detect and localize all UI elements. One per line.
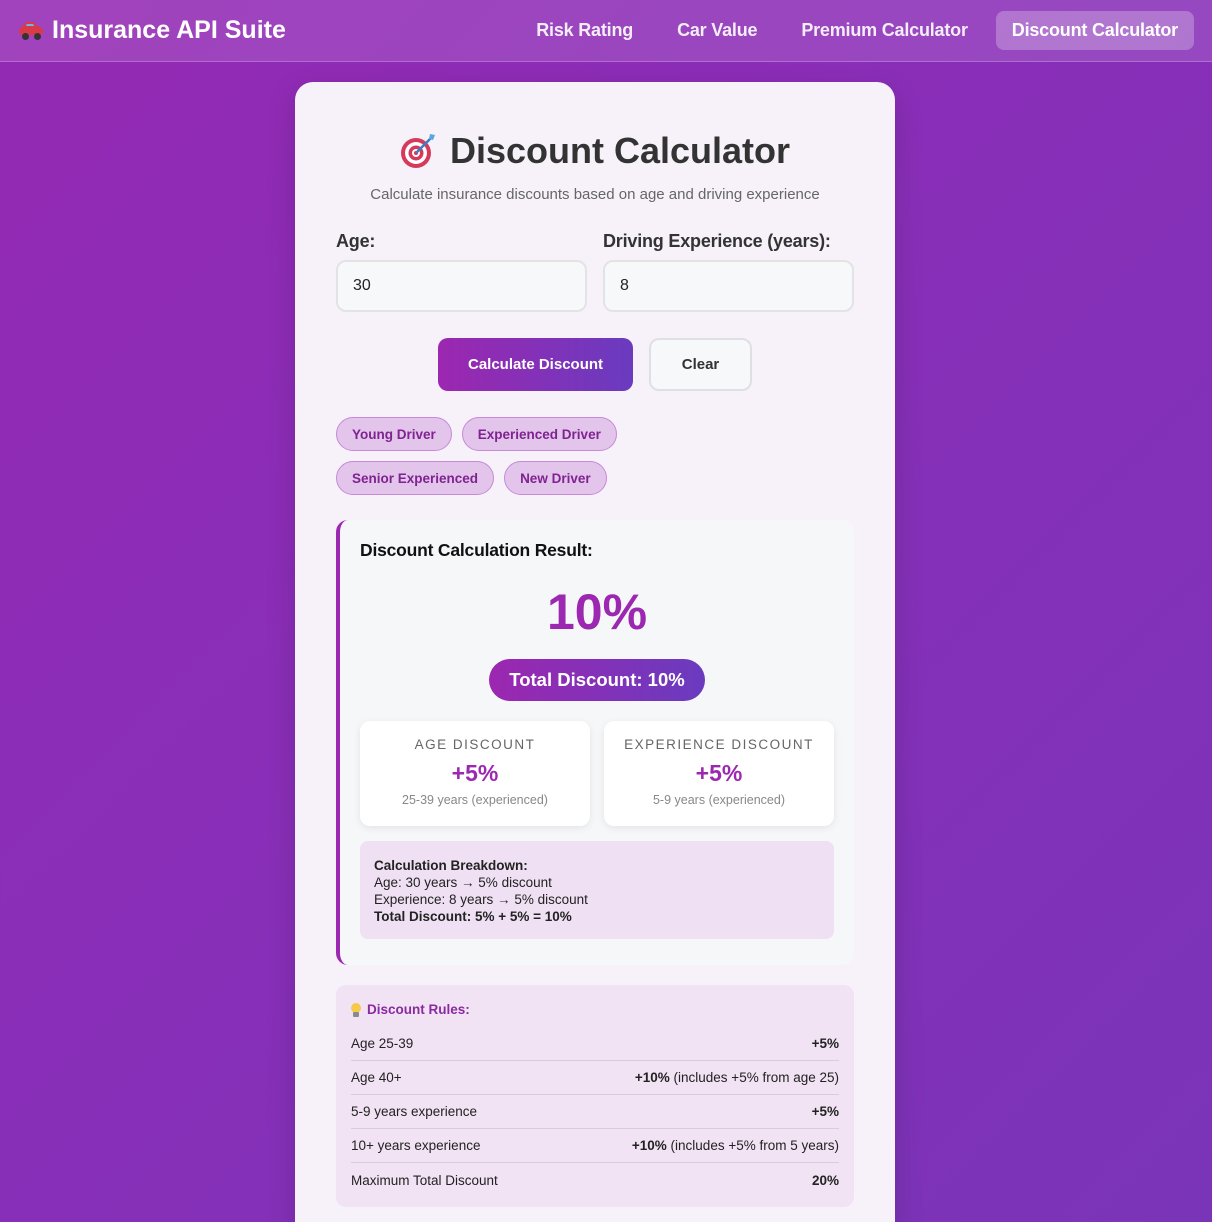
rule-label: 5-9 years experience (351, 1104, 478, 1119)
rule-extra: (includes +5% from age 25) (669, 1070, 839, 1085)
total-discount-badge: Total Discount: 10% (489, 659, 705, 701)
preset-young-driver[interactable]: Young Driver (336, 417, 452, 451)
input-fields: Age: Driving Experience (years): (336, 231, 854, 312)
rule-value: 20% (811, 1172, 839, 1188)
page-title: Discount Calculator (449, 130, 791, 171)
calculation-breakdown: Calculation Breakdown: Age: 30 years → 5… (360, 841, 834, 939)
rules-heading: Discount Rules: (351, 1002, 839, 1017)
discount-rules: Discount Rules: Age 25-39 +5% Age 40+ +1… (336, 985, 854, 1207)
title-row: Discount Calculator (336, 130, 854, 172)
car-icon (18, 21, 44, 40)
nav-link-premium-calculator[interactable]: Premium Calculator (785, 11, 983, 50)
discount-value: 10% (546, 584, 648, 640)
result-panel: Discount Calculation Result: 10% Total D… (336, 520, 854, 965)
age-discount-card: Age Discount +5% 25-39 years (experience… (360, 721, 590, 826)
experience-discount-note: 5-9 years (experienced) (652, 793, 785, 807)
experience-field-group: Driving Experience (years): (603, 231, 854, 312)
lightbulb-icon (351, 1002, 361, 1017)
rule-extra: (includes +5% from 5 years) (666, 1138, 839, 1153)
experience-discount-card: Experience Discount +5% 5-9 years (exper… (604, 721, 834, 826)
rule-value-wrap: 20% (812, 1173, 839, 1188)
breakdown-total-line: Total Discount: 5% + 5% = 10% (374, 909, 572, 924)
rule-label: 10+ years experience (351, 1138, 481, 1153)
experience-discount-value: +5% (695, 760, 743, 786)
preset-senior-experienced[interactable]: Senior Experienced (336, 461, 495, 495)
brand-name: Insurance API Suite (52, 16, 286, 44)
nav-links: Risk Rating Car Value Premium Calculator… (520, 11, 1194, 50)
experience-discount-label: Experience Discount (624, 737, 814, 752)
rule-value-wrap: +10% (includes +5% from age 25) (635, 1070, 839, 1085)
rule-value-wrap: +10% (includes +5% from 5 years) (632, 1138, 839, 1153)
age-input[interactable] (336, 260, 587, 312)
breakdown-age-line: Age: 30 years → 5% discount (374, 875, 552, 890)
rule-row: 5-9 years experience +5% (351, 1095, 839, 1129)
rule-value-wrap: +5% (812, 1036, 839, 1051)
rule-value: +5% (811, 1036, 839, 1051)
rule-value-wrap: +5% (812, 1104, 839, 1119)
calculator-card: Discount Calculator Calculate insurance … (295, 82, 895, 1222)
age-label: Age: (336, 231, 376, 251)
action-buttons: Calculate Discount Clear (336, 338, 854, 391)
rule-row: Age 25-39 +5% (351, 1027, 839, 1061)
rule-label: Maximum Total Discount (351, 1172, 498, 1188)
target-icon (400, 133, 436, 169)
clear-button[interactable]: Clear (649, 338, 752, 391)
breakdown-cards: Age Discount +5% 25-39 years (experience… (360, 721, 834, 826)
age-discount-note: 25-39 years (experienced) (402, 793, 548, 807)
breakdown-title: Calculation Breakdown: (374, 858, 528, 873)
rule-value: +5% (811, 1104, 839, 1119)
top-navbar: Insurance API Suite Risk Rating Car Valu… (0, 0, 1212, 62)
rule-label: Age 40+ (351, 1070, 402, 1085)
nav-link-car-value[interactable]: Car Value (661, 11, 773, 50)
preset-new-driver[interactable]: New Driver (504, 461, 607, 495)
rule-value: +10% (634, 1070, 670, 1085)
rule-row: 10+ years experience +10% (includes +5% … (351, 1129, 839, 1163)
total-pill-wrap: Total Discount: 10% (360, 659, 834, 701)
experience-input[interactable] (603, 260, 854, 312)
rule-row: Age 40+ +10% (includes +5% from age 25) (351, 1061, 839, 1095)
breakdown-experience-line: Experience: 8 years → 5% discount (374, 892, 588, 907)
result-heading: Discount Calculation Result: (360, 540, 593, 560)
preset-chips: Young Driver Experienced Driver Senior E… (336, 417, 776, 495)
preset-experienced-driver[interactable]: Experienced Driver (461, 417, 617, 451)
page-subtitle: Calculate insurance discounts based on a… (370, 186, 820, 203)
age-field-group: Age: (336, 231, 587, 312)
age-discount-label: Age Discount (414, 737, 536, 752)
calculate-discount-button[interactable]: Calculate Discount (438, 338, 633, 391)
age-discount-value: +5% (451, 760, 499, 786)
nav-link-discount-calculator[interactable]: Discount Calculator (995, 11, 1194, 50)
experience-label: Driving Experience (years): (603, 231, 831, 251)
nav-link-risk-rating[interactable]: Risk Rating (520, 11, 649, 50)
rules-heading-text: Discount Rules: (367, 1002, 470, 1017)
rule-value: +10% (631, 1138, 667, 1153)
rule-label: Age 25-39 (351, 1036, 414, 1051)
rule-row: Maximum Total Discount 20% (351, 1163, 839, 1197)
brand[interactable]: Insurance API Suite (18, 16, 286, 45)
